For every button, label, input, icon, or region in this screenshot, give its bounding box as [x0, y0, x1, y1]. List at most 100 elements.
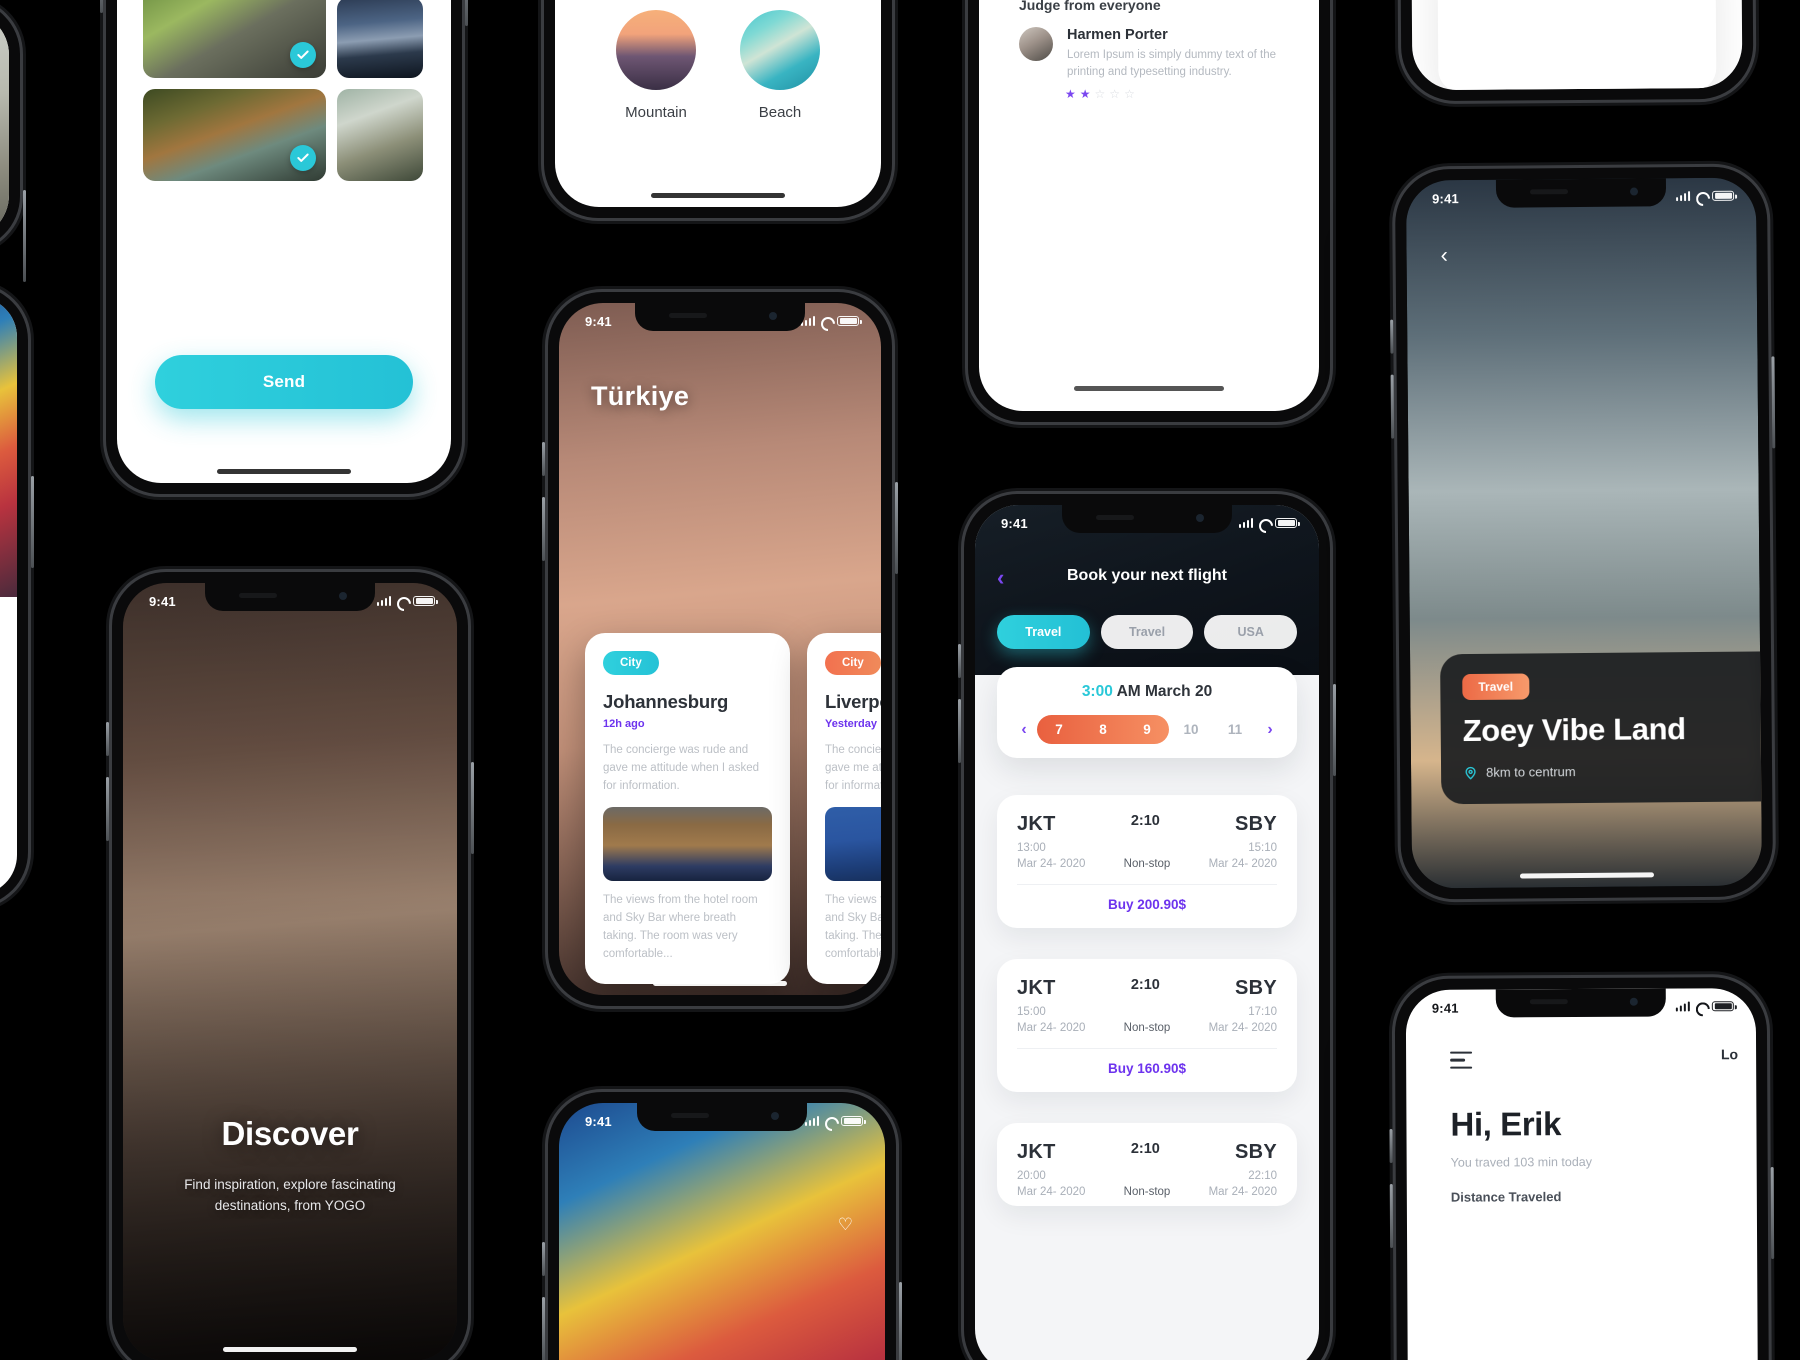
chevron-left-icon[interactable]: ‹ [1011, 721, 1037, 738]
gallery-tile-forest-stream[interactable] [143, 89, 326, 181]
battery-icon [1275, 517, 1300, 529]
send-button[interactable]: Send [155, 355, 413, 409]
device-notch [1495, 988, 1666, 1018]
flight-card-header: JKT 2:10 SBY [1017, 1141, 1277, 1164]
buy-button[interactable]: Buy 160.90$ [1017, 1049, 1277, 1084]
screen-turkiye: 9:41 Türkiye City Johannesburg 12h ago T… [559, 303, 881, 995]
day-8[interactable]: 8 [1081, 715, 1125, 744]
city-card-thumbnail [825, 807, 881, 882]
tab-usa[interactable]: USA [1204, 615, 1298, 649]
battery-icon [1712, 190, 1735, 202]
datetime-time: 3:00 [1081, 683, 1113, 700]
flight-to-code: SBY [1234, 977, 1277, 999]
flight-arrive-time: 15:10 [1248, 842, 1277, 854]
city-card-list: City Johannesburg 12h ago The concierge … [585, 633, 881, 984]
day-strip: ‹ 7 8 9 10 11 › [1011, 715, 1283, 744]
status-icons [800, 315, 862, 327]
sliver-hero-photo [0, 297, 17, 597]
phone-mockup-discover: 9:41 Discover Find inspiration, explore … [106, 572, 474, 1360]
location-label[interactable]: Lo [1721, 1046, 1738, 1062]
buy-button[interactable]: Buy 200.90$ [1017, 885, 1277, 920]
flight-depart-date: Mar 24- 2020 [1017, 858, 1086, 870]
screen-zoey: 9:41 ‹ Travel Zoey Vibe Land 8km to cent… [1405, 177, 1763, 889]
distance-traveled-label: Distance Traveled [1450, 1189, 1562, 1205]
flight-card-header: JKT 2:10 SBY [1017, 813, 1277, 836]
chevron-right-icon[interactable]: › [1257, 721, 1283, 738]
flight-depart-time: 13:00 [1017, 842, 1046, 854]
flight-dates-row: Mar 24- 2020 Non-stop Mar 24- 2020 [1017, 858, 1277, 870]
page-title: Discover [221, 1115, 359, 1152]
day-7[interactable]: 7 [1037, 715, 1081, 744]
day-10[interactable]: 10 [1169, 715, 1213, 744]
phone-mockup-sliver-left: ki five ao res onie [0, 286, 34, 906]
battery-icon [413, 595, 438, 607]
gallery-grid [117, 0, 451, 192]
greeting-subtitle: You traved 103 min today [1450, 1154, 1593, 1170]
flight-duration: 2:10 [1130, 1141, 1160, 1157]
flight-card[interactable]: JKT 2:10 SBY 13:00 . 15:10 Mar 24- 2020 [997, 795, 1297, 928]
city-card-body: The concierge was rude and gave me attit… [825, 744, 881, 792]
flight-arrive-time: 22:10 [1248, 1170, 1277, 1182]
flight-times-row: 15:00 . 17:10 [1017, 1006, 1277, 1018]
signal-icon [1238, 518, 1253, 528]
category-item-beach[interactable]: Beach [740, 10, 820, 121]
wifi-icon [1695, 1001, 1707, 1011]
tab-travel-active[interactable]: Travel [997, 615, 1090, 649]
phone-mockup-zoey: 9:41 ‹ Travel Zoey Vibe Land 8km to cent… [1394, 166, 1776, 900]
status-time: 9:41 [1431, 1000, 1459, 1016]
city-card-time: Yesterday [825, 718, 877, 730]
screen-signin: Already have a [1409, 0, 1743, 91]
flight-card[interactable]: JKT 2:10 SBY 15:00 . 17:10 Mar 24- 2020 … [997, 959, 1297, 1092]
star-icon-5: ☆ [1124, 87, 1135, 101]
review-text: Lorem Ipsum is simply dummy text of the … [1067, 49, 1276, 78]
flight-from-code: JKT [1017, 977, 1056, 999]
day-9[interactable]: 9 [1125, 715, 1169, 744]
category-item-mountain[interactable]: Mountain [616, 10, 696, 121]
chevron-left-icon[interactable]: ‹ [1440, 242, 1448, 267]
signal-icon [1675, 1001, 1690, 1012]
gallery-row [143, 0, 425, 78]
screen-erik: 9:41 Lo Hi, Erik You traved 103 min toda… [1405, 988, 1759, 1360]
datetime-date: AM March 20 [1112, 683, 1213, 700]
battery-icon [1711, 1000, 1734, 1012]
zoey-info-card: Travel Zoey Vibe Land 8km to centrum [1440, 651, 1763, 805]
date-picker-card: 3:00 AM March 20 ‹ 7 8 9 10 11 › [997, 667, 1297, 758]
category-list: Mountain Beach [555, 10, 881, 121]
page-subtitle: Find inspiration, explore fascinating de… [184, 1177, 396, 1214]
city-card[interactable]: City Johannesburg 12h ago The concierge … [585, 633, 790, 984]
gallery-tile-hiker-portrait[interactable] [337, 89, 423, 181]
phone-mockup-categories: Mountain Beach [544, 0, 892, 218]
gallery-tile-harbor-dusk[interactable] [337, 0, 423, 78]
status-icons [804, 1115, 866, 1127]
category-label-beach: Beach [758, 104, 802, 121]
signal-icon [804, 1116, 819, 1126]
gallery-row [143, 89, 425, 181]
hamburger-icon[interactable] [1450, 1051, 1473, 1074]
day-selected-range[interactable]: 7 8 9 [1037, 715, 1169, 744]
zoey-location-text: 8km to centrum [1486, 764, 1576, 780]
city-card-body: The concierge was rude and gave me attit… [603, 744, 759, 792]
day-list: 7 8 9 10 11 [1037, 715, 1257, 744]
city-card[interactable]: City Liverpool Yesterday The concierge w… [807, 633, 881, 984]
flight-card[interactable]: JKT 2:10 SBY 20:00 . 22:10 Mar 24- 2020 … [997, 1123, 1297, 1206]
status-icons [1675, 1000, 1734, 1012]
phone-mockup-signin: Already have a [1398, 0, 1754, 102]
status-badge-travel: Travel [1462, 673, 1530, 701]
status-badge-city: City [603, 651, 659, 675]
device-notch [205, 583, 375, 611]
heart-icon[interactable]: ♡ [838, 1215, 853, 1235]
flight-duration: 2:10 [1130, 813, 1160, 829]
scroll-indicator[interactable] [1074, 386, 1224, 391]
flight-to-code: SBY [1234, 813, 1277, 835]
city-card-time: 12h ago [603, 718, 645, 730]
gallery-tile-scooter-rider[interactable] [143, 0, 326, 78]
status-time: 9:41 [585, 313, 612, 329]
signal-icon [1675, 191, 1691, 202]
screen-gallery: Send [117, 0, 451, 483]
tab-travel[interactable]: Travel [1100, 615, 1194, 649]
day-11[interactable]: 11 [1213, 715, 1257, 744]
review-author: Harmen Porter [1067, 27, 1168, 43]
flight-depart-date: Mar 24- 2020 [1017, 1022, 1086, 1034]
status-badge-rating[interactable]: ★ ★ ☆ ☆ ☆ [1065, 87, 1135, 101]
flight-stops: Non-stop [1123, 858, 1171, 870]
